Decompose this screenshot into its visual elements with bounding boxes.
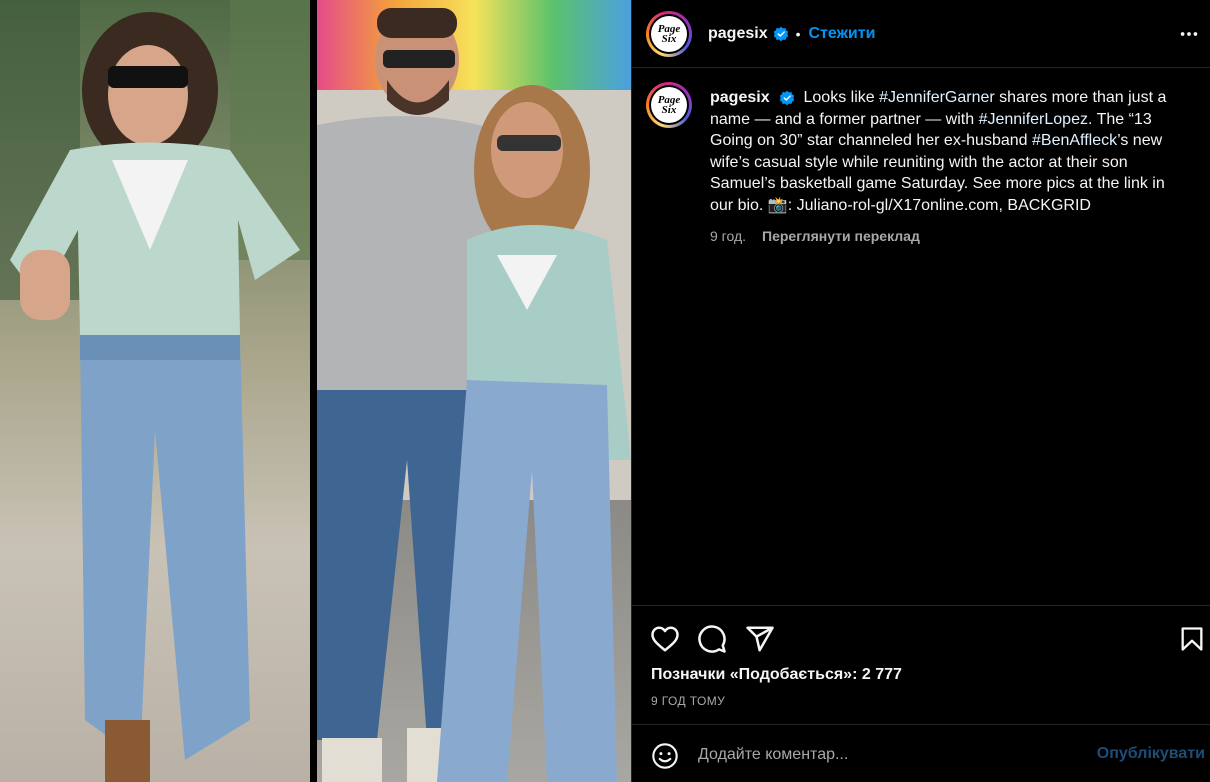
header-username[interactable]: pagesix xyxy=(708,25,768,43)
comment-bar: Опублікувати xyxy=(632,724,1210,782)
post-comment-button[interactable]: Опублікувати xyxy=(1097,745,1205,763)
caption-username[interactable]: pagesix xyxy=(710,89,770,106)
hashtag-link[interactable]: #JenniferGarner xyxy=(879,89,995,106)
logo-line-2: Six xyxy=(661,32,677,45)
heart-icon[interactable] xyxy=(650,624,680,654)
comment-icon[interactable] xyxy=(697,624,727,654)
share-icon[interactable] xyxy=(745,624,775,654)
hashtag-link[interactable]: #JenniferLopez xyxy=(979,111,1088,128)
post-caption: Page Six pagesix Looks like #JenniferGar… xyxy=(646,82,1206,244)
action-bar xyxy=(632,605,1210,668)
post-sidebar: Page Six pagesix • Стежити Page Six page… xyxy=(631,0,1210,782)
hashtag-link[interactable]: #BenAffleck xyxy=(1032,132,1117,149)
caption-avatar[interactable]: Page Six xyxy=(646,82,692,128)
photo-jennifer-garner xyxy=(0,0,310,782)
caption-time: 9 год. xyxy=(710,228,747,244)
photo-ben-and-jennifer xyxy=(317,0,631,782)
more-icon[interactable] xyxy=(1177,22,1201,46)
caption-meta: 9 год. Переглянути переклад xyxy=(710,228,1190,244)
caption-body: pagesix Looks like #JenniferGarner share… xyxy=(710,82,1190,244)
logo-line-2: Six xyxy=(661,104,677,116)
pagesix-logo: Page Six xyxy=(651,15,687,52)
post-time: 9 ГОД ТОМУ xyxy=(651,694,726,708)
comment-input[interactable] xyxy=(698,741,1078,769)
bookmark-icon[interactable] xyxy=(1178,624,1206,654)
post-header: Page Six pagesix • Стежити xyxy=(632,0,1210,68)
verified-badge-icon xyxy=(773,26,788,41)
logo-line-1: Page xyxy=(657,22,681,35)
follow-button[interactable]: Стежити xyxy=(809,25,876,43)
emoji-icon[interactable] xyxy=(651,742,679,770)
translate-button[interactable]: Переглянути переклад xyxy=(762,228,920,244)
caption-text: pagesix Looks like #JenniferGarner share… xyxy=(710,87,1190,216)
likes-count[interactable]: Позначки «Подобається»: 2 777 xyxy=(651,666,902,684)
caption-seg-0: Looks like xyxy=(803,89,880,106)
post-media[interactable] xyxy=(0,0,631,782)
verified-badge-icon xyxy=(779,90,795,105)
pagesix-logo: Page Six xyxy=(651,87,687,123)
avatar[interactable]: Page Six xyxy=(646,10,692,57)
header-separator: • xyxy=(795,25,801,42)
